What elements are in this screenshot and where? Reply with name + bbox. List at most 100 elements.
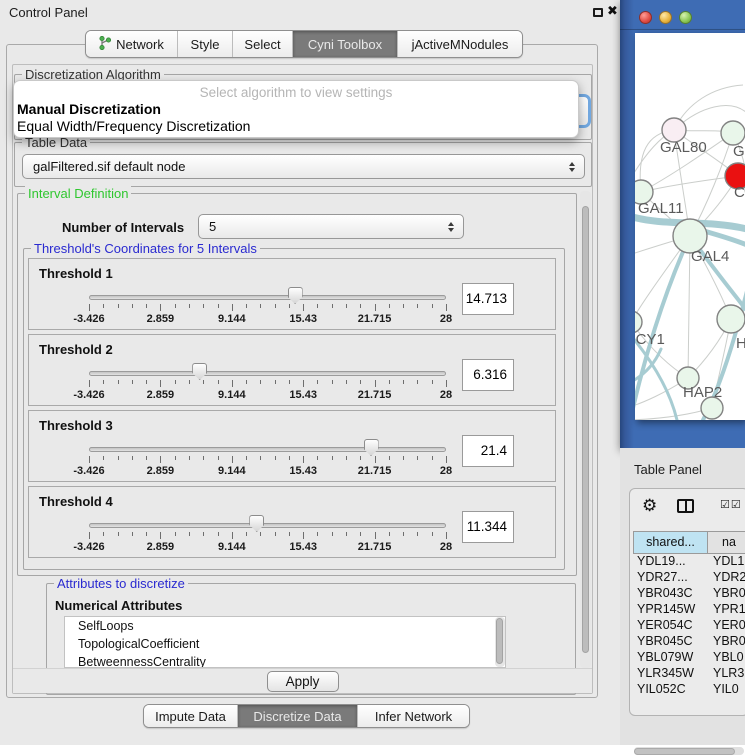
select-columns-icon[interactable]: ☑☑ (720, 498, 742, 511)
tab-infer-network-label: Infer Network (375, 709, 452, 724)
threshold-panel-3: Threshold 3-3.4262.8599.14415.4321.71528… (28, 410, 556, 482)
threshold-value-field[interactable]: 21.4 (462, 435, 514, 467)
tick-mark (260, 532, 261, 536)
network-canvas[interactable]: GAL80G.CGAL11GAL4GCY1HHAP2 (635, 33, 745, 420)
tick-mark (103, 304, 104, 308)
tab-network[interactable]: Network (86, 31, 178, 57)
threshold-slider-thumb[interactable] (364, 439, 379, 456)
table-row[interactable]: YPR145WYPR1 (633, 602, 745, 618)
cell-name: YBL0 (708, 650, 745, 666)
tick-mark (175, 380, 176, 384)
number-of-intervals-spinner[interactable]: 5 (198, 214, 464, 239)
algorithm-dropdown-popup: Select algorithm to view settings Manual… (13, 80, 579, 138)
tick-mark (118, 532, 119, 536)
scale-label: 9.144 (218, 389, 246, 401)
node-label: GAL80 (660, 139, 707, 156)
float-window-icon[interactable] (593, 8, 603, 17)
table-data-combobox[interactable]: galFiltered.sif default node (22, 154, 585, 179)
threshold-slider-track[interactable] (89, 523, 446, 528)
table-panel-title: Table Panel (634, 462, 702, 477)
column-header-shared-name[interactable]: shared... (633, 531, 708, 554)
tick-mark (275, 532, 276, 536)
number-of-intervals-value: 5 (199, 219, 447, 234)
network-node-G[interactable] (721, 121, 745, 145)
gear-icon[interactable]: ⚙ (642, 496, 657, 516)
tab-select[interactable]: Select (233, 31, 293, 57)
table-row[interactable]: YDL19...YDL1 (633, 554, 745, 570)
tick-mark (289, 380, 290, 384)
numerical-attributes-list[interactable]: SelfLoopsTopologicalCoefficientBetweenne… (64, 616, 506, 668)
scale-label: 2.859 (147, 541, 175, 553)
threshold-slider-track[interactable] (89, 447, 446, 452)
tab-impute-data[interactable]: Impute Data (144, 705, 238, 727)
slider-scale-labels: -3.4262.8599.14415.4321.71528 (89, 313, 446, 325)
attribute-list-item[interactable]: SelfLoops (65, 617, 505, 635)
table-row[interactable]: YDR27...YDR2 (633, 570, 745, 586)
table-row[interactable]: YLR345WYLR3 (633, 666, 745, 682)
attribute-list-item[interactable]: BetweennessCentrality (65, 653, 505, 668)
tab-network-label: Network (116, 37, 164, 52)
tab-cyni-toolbox[interactable]: Cyni Toolbox (293, 31, 398, 57)
tick-mark (89, 456, 90, 463)
network-node-H[interactable] (717, 305, 745, 333)
main-scrollbar-track[interactable] (580, 191, 591, 668)
tick-mark (118, 380, 119, 384)
threshold-value-field[interactable]: 11.344 (462, 511, 514, 543)
minimize-traffic-light[interactable] (659, 11, 672, 24)
apply-button[interactable]: Apply (267, 671, 339, 692)
scale-label: 2.859 (147, 389, 175, 401)
node-label: H (736, 335, 745, 352)
table-row[interactable]: YIL052CYIL0 (633, 682, 745, 698)
attributes-scrollbar-track[interactable] (495, 617, 505, 667)
cyni-bottom-tabbar: Impute Data Discretize Data Infer Networ… (143, 704, 470, 728)
tick-mark (132, 456, 133, 460)
threshold-value-field[interactable]: 14.713 (462, 283, 514, 315)
tab-impute-data-label: Impute Data (155, 709, 226, 724)
table-row[interactable]: YBR045CYBR0 (633, 634, 745, 650)
network-node-GCY1[interactable] (635, 311, 642, 333)
slider-scale-labels: -3.4262.8599.14415.4321.71528 (89, 389, 446, 401)
tick-mark (275, 304, 276, 308)
tab-jactivemnodules[interactable]: jActiveMNodules (398, 31, 522, 57)
table-row[interactable]: YBL079WYBL0 (633, 650, 745, 666)
node-label: G. (733, 143, 745, 160)
tick-mark (103, 532, 104, 536)
table-row[interactable]: YER054CYER0 (633, 618, 745, 634)
threshold-slider-track[interactable] (89, 371, 446, 376)
tab-style[interactable]: Style (178, 31, 233, 57)
close-icon[interactable]: ✖ (607, 3, 618, 19)
threshold-panel-1: Threshold 1-3.4262.8599.14415.4321.71528… (28, 258, 556, 330)
dropdown-option-equal-width[interactable]: Equal Width/Frequency Discretization (14, 118, 578, 135)
numerical-attributes-label: Numerical Attributes (55, 598, 182, 613)
tick-mark (146, 304, 147, 308)
threshold-slider-thumb[interactable] (249, 515, 264, 532)
spinner-arrows-icon (447, 222, 455, 232)
attribute-list-item[interactable]: TopologicalCoefficient (65, 635, 505, 653)
table-hscrollbar-thumb[interactable] (634, 748, 735, 755)
dropdown-option-manual[interactable]: Manual Discretization (14, 101, 578, 118)
threshold-slider-thumb[interactable] (192, 363, 207, 380)
cell-shared-name: YBR043C (633, 586, 708, 602)
threshold-slider-thumb[interactable] (288, 287, 303, 304)
tick-mark (332, 380, 333, 384)
tick-mark (260, 380, 261, 384)
attributes-scrollbar-thumb[interactable] (496, 618, 503, 664)
tab-infer-network[interactable]: Infer Network (358, 705, 469, 727)
tick-mark (332, 304, 333, 308)
scale-label: 21.715 (358, 389, 392, 401)
scale-label: 28 (440, 313, 452, 325)
tick-mark (260, 456, 261, 460)
slider-scale-labels: -3.4262.8599.14415.4321.71528 (89, 541, 446, 553)
tab-discretize-data-label: Discretize Data (253, 709, 341, 724)
column-header-name[interactable]: na (708, 531, 745, 554)
main-scrollbar-thumb[interactable] (582, 206, 589, 653)
zoom-traffic-light[interactable] (679, 11, 692, 24)
close-traffic-light[interactable] (639, 11, 652, 24)
table-hscrollbar-track[interactable] (634, 747, 744, 755)
column-layout-icon[interactable] (677, 499, 694, 513)
threshold-value-field[interactable]: 6.316 (462, 359, 514, 391)
table-row[interactable]: YBR043CYBR0 (633, 586, 745, 602)
tab-discretize-data[interactable]: Discretize Data (238, 705, 358, 727)
threshold-slider-track[interactable] (89, 295, 446, 300)
attributes-group-title: Attributes to discretize (54, 576, 188, 591)
